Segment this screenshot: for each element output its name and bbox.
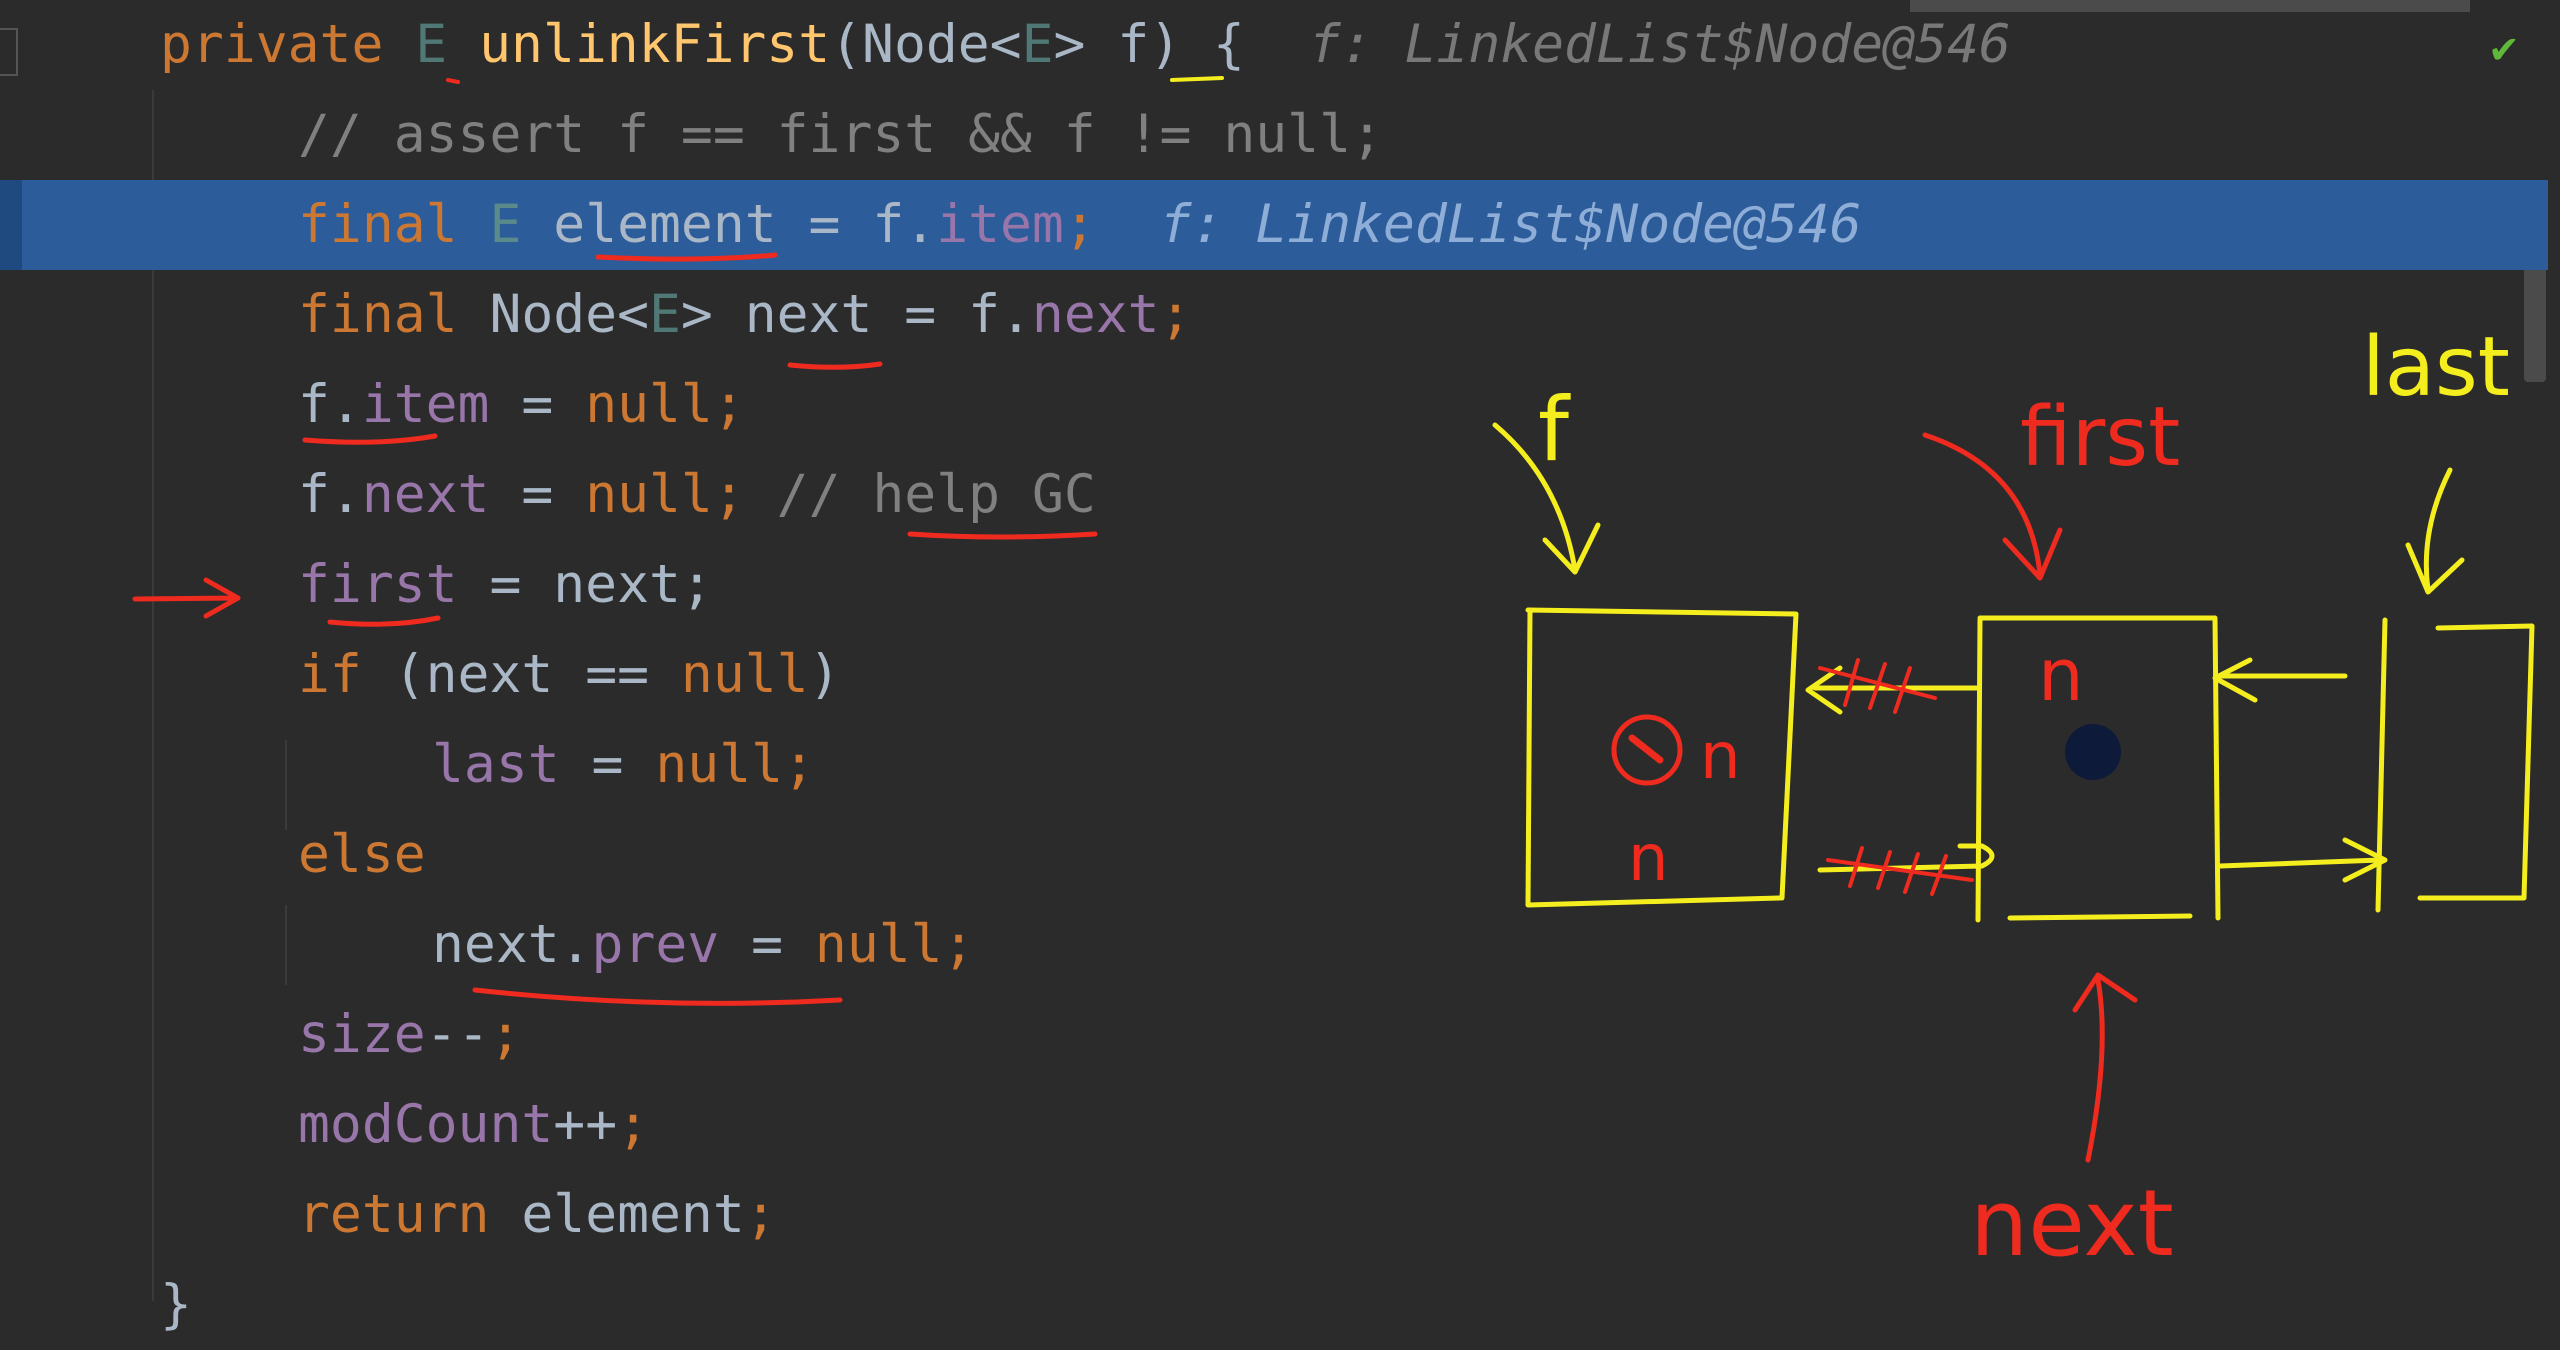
code-token: ; [712,374,745,435]
code-text: f.next = null; // help GC [298,450,1096,540]
code-line[interactable]: final Node<E> next = f.next; [0,270,2548,360]
code-line-current[interactable]: final E element = f.item; f: LinkedList$… [0,180,2548,270]
code-text: f.item = null; [298,360,745,450]
execution-point-marker [0,180,22,270]
code-token: ) [808,644,841,705]
code-line[interactable]: modCount++; [0,1080,2548,1170]
code-token: // assert f == first && f != null; [298,104,1383,165]
code-token: element = f. [521,194,937,255]
code-token: null [585,464,713,525]
code-token: null [680,644,809,705]
code-token: E [649,284,681,345]
code-token: modCount [298,1094,554,1155]
code-token: (next == [361,644,681,705]
code-token: null [814,914,943,975]
code-text: first = next; [298,540,713,630]
inline-debug-value: f: LinkedList$Node@546 [1095,194,1862,255]
code-token: f. [298,374,362,435]
code-line[interactable]: f.item = null; [0,360,2548,450]
code-line[interactable]: else [0,810,2548,900]
code-token: null [585,374,713,435]
code-token: last [432,734,560,795]
code-token: E [1021,14,1054,75]
code-token: // help GC [744,464,1096,525]
code-line[interactable]: if (next == null) [0,630,2548,720]
code-token: next [361,464,490,525]
code-text: if (next == null) [298,630,840,720]
code-token: E [489,194,522,255]
code-text: final Node<E> next = f.next; [298,270,1191,360]
code-text: last = null; [432,720,815,810]
code-line[interactable]: f.next = null; // help GC [0,450,2548,540]
code-token: ; [1063,194,1096,255]
code-text: // assert f == first && f != null; [298,90,1383,180]
code-token: item [936,194,1064,255]
code-line[interactable]: last = null; [0,720,2548,810]
code-token: ; [744,1184,777,1245]
code-line[interactable]: first = next; [0,540,2548,630]
code-token: final [298,194,490,255]
code-token: ; [617,1094,650,1155]
code-line[interactable]: } [0,1260,2548,1350]
code-token: size [298,1004,426,1065]
code-token: null [655,734,784,795]
code-token: if [298,644,362,705]
code-token: ; [942,914,975,975]
code-text: next.prev = null; [432,900,974,990]
code-token: ++ [553,1094,618,1155]
code-token: -- [425,1004,490,1065]
code-editor[interactable]: ✔ private E unlinkFirst(Node<E> f) { f: … [0,0,2560,1335]
code-text: final E element = f.item; f: LinkedList$… [298,180,1862,270]
code-token: unlinkFirst [479,14,831,75]
code-token: next. [432,914,592,975]
code-token: next [1031,284,1160,345]
code-token: ; [712,464,745,525]
code-token: Node< [489,284,649,345]
code-token: } [160,1274,192,1335]
code-token: ; [783,734,815,795]
code-token: final [298,284,490,345]
code-line[interactable]: size--; [0,990,2548,1080]
code-token: > next = f. [680,284,1032,345]
code-text: return element; [298,1170,777,1260]
code-line[interactable]: private E unlinkFirst(Node<E> f) { f: Li… [0,0,2548,90]
code-token: = [719,914,815,975]
code-token: ; [489,1004,522,1065]
code-token: = [489,374,586,435]
code-text: private E unlinkFirst(Node<E> f) { f: Li… [160,0,2011,90]
code-text: size--; [298,990,521,1080]
code-token: element [521,1184,745,1245]
code-token: else [298,824,426,885]
code-text: modCount++; [298,1080,649,1170]
code-token: return [298,1184,522,1245]
code-token: = [489,464,586,525]
code-token: prev [591,914,720,975]
code-token: (Node< [830,14,1022,75]
code-token: ; [1159,284,1192,345]
code-token: = next; [457,554,713,615]
code-token: f. [298,464,362,525]
code-token: E [415,14,448,75]
code-token: = [559,734,656,795]
code-token: first [298,554,458,615]
code-token: private [160,14,416,75]
code-line[interactable]: // assert f == first && f != null; [0,90,2548,180]
code-text: } [160,1260,192,1350]
code-text: else [298,810,426,900]
code-line[interactable]: next.prev = null; [0,900,2548,990]
inline-debug-value: f: LinkedList$Node@546 [1244,14,2011,75]
code-line[interactable]: return element; [0,1170,2548,1260]
code-token: item [361,374,490,435]
code-token: > f) { [1053,14,1245,75]
